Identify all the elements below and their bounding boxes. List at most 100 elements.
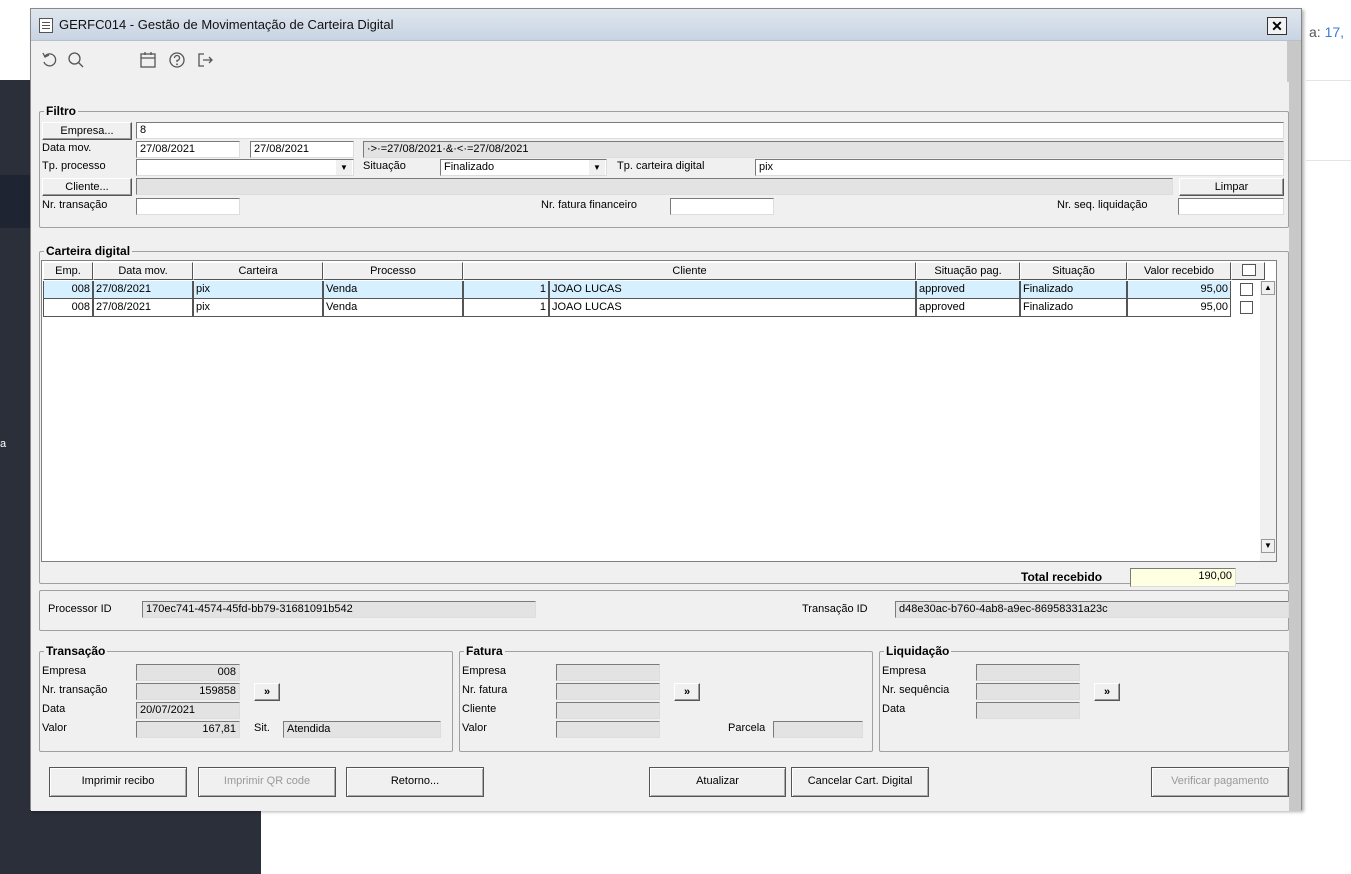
nr-seq-field[interactable]: [1178, 198, 1284, 215]
fatura-go-button[interactable]: »: [674, 683, 700, 701]
liquidacao-data-field: [976, 702, 1080, 719]
atualizar-button[interactable]: Atualizar: [649, 767, 786, 797]
cliente-button[interactable]: Cliente...: [42, 178, 132, 196]
nr-seq-label: Nr. seq. liquidação: [1057, 199, 1148, 211]
table-row[interactable]: 008 27/08/2021 pix Venda 1 JOAO LUCAS ap…: [43, 281, 1263, 299]
background-divider: [1306, 160, 1351, 161]
fatura-empresa-field: [556, 664, 660, 681]
nr-fatura-label: Nr. fatura financeiro: [541, 199, 637, 211]
fatura-legend: Fatura: [464, 644, 505, 658]
fatura-cliente-label: Cliente: [462, 703, 497, 715]
cell-valor: 95,00: [1127, 281, 1231, 299]
dialog-window: GERFC014 - Gestão de Movimentação de Car…: [30, 8, 1302, 811]
cell-cliente-cod: 1: [463, 299, 549, 317]
help-icon[interactable]: [168, 51, 186, 74]
background-sidebar-active-item[interactable]: [0, 175, 33, 228]
transacao-nr-field: 159858: [136, 683, 240, 700]
liquidacao-empresa-field: [976, 664, 1080, 681]
cell-data: 27/08/2021: [93, 299, 193, 317]
data-mov-expression: ·>·=27/08/2021·&·<·=27/08/2021: [363, 141, 1284, 158]
column-header[interactable]: Emp.: [43, 262, 93, 280]
transacao-group: Transação Empresa 008 Nr. transação 1598…: [39, 644, 453, 752]
close-button[interactable]: ✕: [1267, 17, 1287, 35]
column-header[interactable]: Processo: [323, 262, 463, 280]
transacao-nr-label: Nr. transação: [42, 684, 108, 696]
fatura-empresa-label: Empresa: [462, 665, 507, 677]
limpar-button[interactable]: Limpar: [1179, 178, 1284, 196]
liquidacao-group: Liquidação Empresa Nr. sequência » Data: [879, 644, 1289, 752]
cell-carteira: pix: [193, 299, 323, 317]
empresa-button[interactable]: Empresa...: [42, 122, 132, 140]
cell-carteira: pix: [193, 281, 323, 299]
transacao-sit-label: Sit.: [254, 722, 270, 734]
toolbar: [31, 42, 1301, 82]
situacao-label: Situação: [363, 160, 406, 172]
empresa-field[interactable]: 8: [136, 122, 1284, 139]
nr-transacao-field[interactable]: [136, 198, 240, 215]
transacao-data-label: Data: [42, 703, 66, 715]
carteira-legend: Carteira digital: [44, 244, 133, 258]
title-bar[interactable]: GERFC014 - Gestão de Movimentação de Car…: [31, 9, 1301, 41]
cancelar-button[interactable]: Cancelar Cart. Digital: [791, 767, 929, 797]
cell-situacao: Finalizado: [1020, 299, 1127, 317]
chevron-down-icon[interactable]: ▼: [589, 160, 605, 175]
imprimir-recibo-button[interactable]: Imprimir recibo: [49, 767, 187, 797]
search-icon[interactable]: [67, 51, 85, 74]
background-text: a: 17,: [1309, 24, 1345, 40]
fatura-valor-label: Valor: [462, 722, 487, 734]
grid-scrollbar[interactable]: ▲ ▼: [1260, 281, 1276, 561]
row-checkbox[interactable]: [1240, 283, 1253, 296]
liquidacao-data-label: Data: [882, 703, 906, 715]
column-header[interactable]: Carteira: [193, 262, 323, 280]
data-mov-label: Data mov.: [42, 142, 92, 154]
window-scroll-area: [1287, 41, 1301, 811]
column-header[interactable]: Cliente: [463, 262, 916, 280]
transacao-go-button[interactable]: »: [254, 683, 280, 701]
imprimir-qr-button[interactable]: Imprimir QR code: [198, 767, 336, 797]
transacao-valor-field: 167,81: [136, 721, 240, 738]
select-all-checkbox[interactable]: [1242, 264, 1256, 276]
background-sidebar-text: a: [0, 438, 7, 450]
verificar-pagamento-button[interactable]: Verificar pagamento: [1151, 767, 1289, 797]
cell-valor: 95,00: [1127, 299, 1231, 317]
cell-sit-pag: approved: [916, 299, 1020, 317]
filter-legend: Filtro: [44, 104, 78, 118]
scroll-down-icon[interactable]: ▼: [1261, 539, 1275, 553]
cell-processo: Venda: [323, 281, 463, 299]
chevron-down-icon[interactable]: ▼: [336, 160, 352, 175]
column-header[interactable]: Valor recebido: [1127, 262, 1231, 280]
cell-sit-pag: approved: [916, 281, 1020, 299]
data-mov-from-field[interactable]: 27/08/2021: [136, 141, 240, 158]
transacao-empresa-label: Empresa: [42, 665, 87, 677]
undo-icon[interactable]: [41, 51, 59, 74]
transacao-sit-field: Atendida: [283, 721, 441, 738]
filter-group: Filtro Empresa... 8 Data mov. 27/08/2021…: [39, 104, 1289, 228]
column-header[interactable]: Data mov.: [93, 262, 193, 280]
total-recebido-field: 190,00: [1130, 568, 1236, 587]
transacao-empresa-field: 008: [136, 664, 240, 681]
row-checkbox[interactable]: [1240, 301, 1253, 314]
transacao-id-field: d48e30ac-b760-4ab8-a9ec-86958331a23c: [895, 601, 1289, 618]
retorno-button[interactable]: Retorno...: [346, 767, 484, 797]
liquidacao-go-button[interactable]: »: [1094, 683, 1120, 701]
select-all-header[interactable]: [1231, 262, 1265, 280]
fatura-nr-label: Nr. fatura: [462, 684, 508, 696]
table-row[interactable]: 008 27/08/2021 pix Venda 1 JOAO LUCAS ap…: [43, 299, 1263, 317]
transacao-id-label: Transação ID: [802, 603, 868, 615]
background-divider: [1306, 80, 1351, 81]
total-recebido-label: Total recebido: [1021, 570, 1103, 584]
tp-carteira-field[interactable]: pix: [755, 159, 1284, 176]
tp-processo-select[interactable]: ▼: [136, 159, 354, 176]
fatura-cliente-field: [556, 702, 660, 719]
exit-icon[interactable]: [196, 51, 214, 74]
column-header[interactable]: Situação: [1020, 262, 1127, 280]
calendar-icon[interactable]: [139, 51, 157, 74]
situacao-select[interactable]: Finalizado ▼: [440, 159, 607, 176]
nr-transacao-label: Nr. transação: [42, 199, 108, 211]
fatura-parcela-label: Parcela: [728, 722, 766, 734]
cell-cliente-cod: 1: [463, 281, 549, 299]
column-header[interactable]: Situação pag.: [916, 262, 1020, 280]
data-mov-to-field[interactable]: 27/08/2021: [250, 141, 354, 158]
scroll-up-icon[interactable]: ▲: [1261, 281, 1275, 295]
nr-fatura-field[interactable]: [670, 198, 774, 215]
